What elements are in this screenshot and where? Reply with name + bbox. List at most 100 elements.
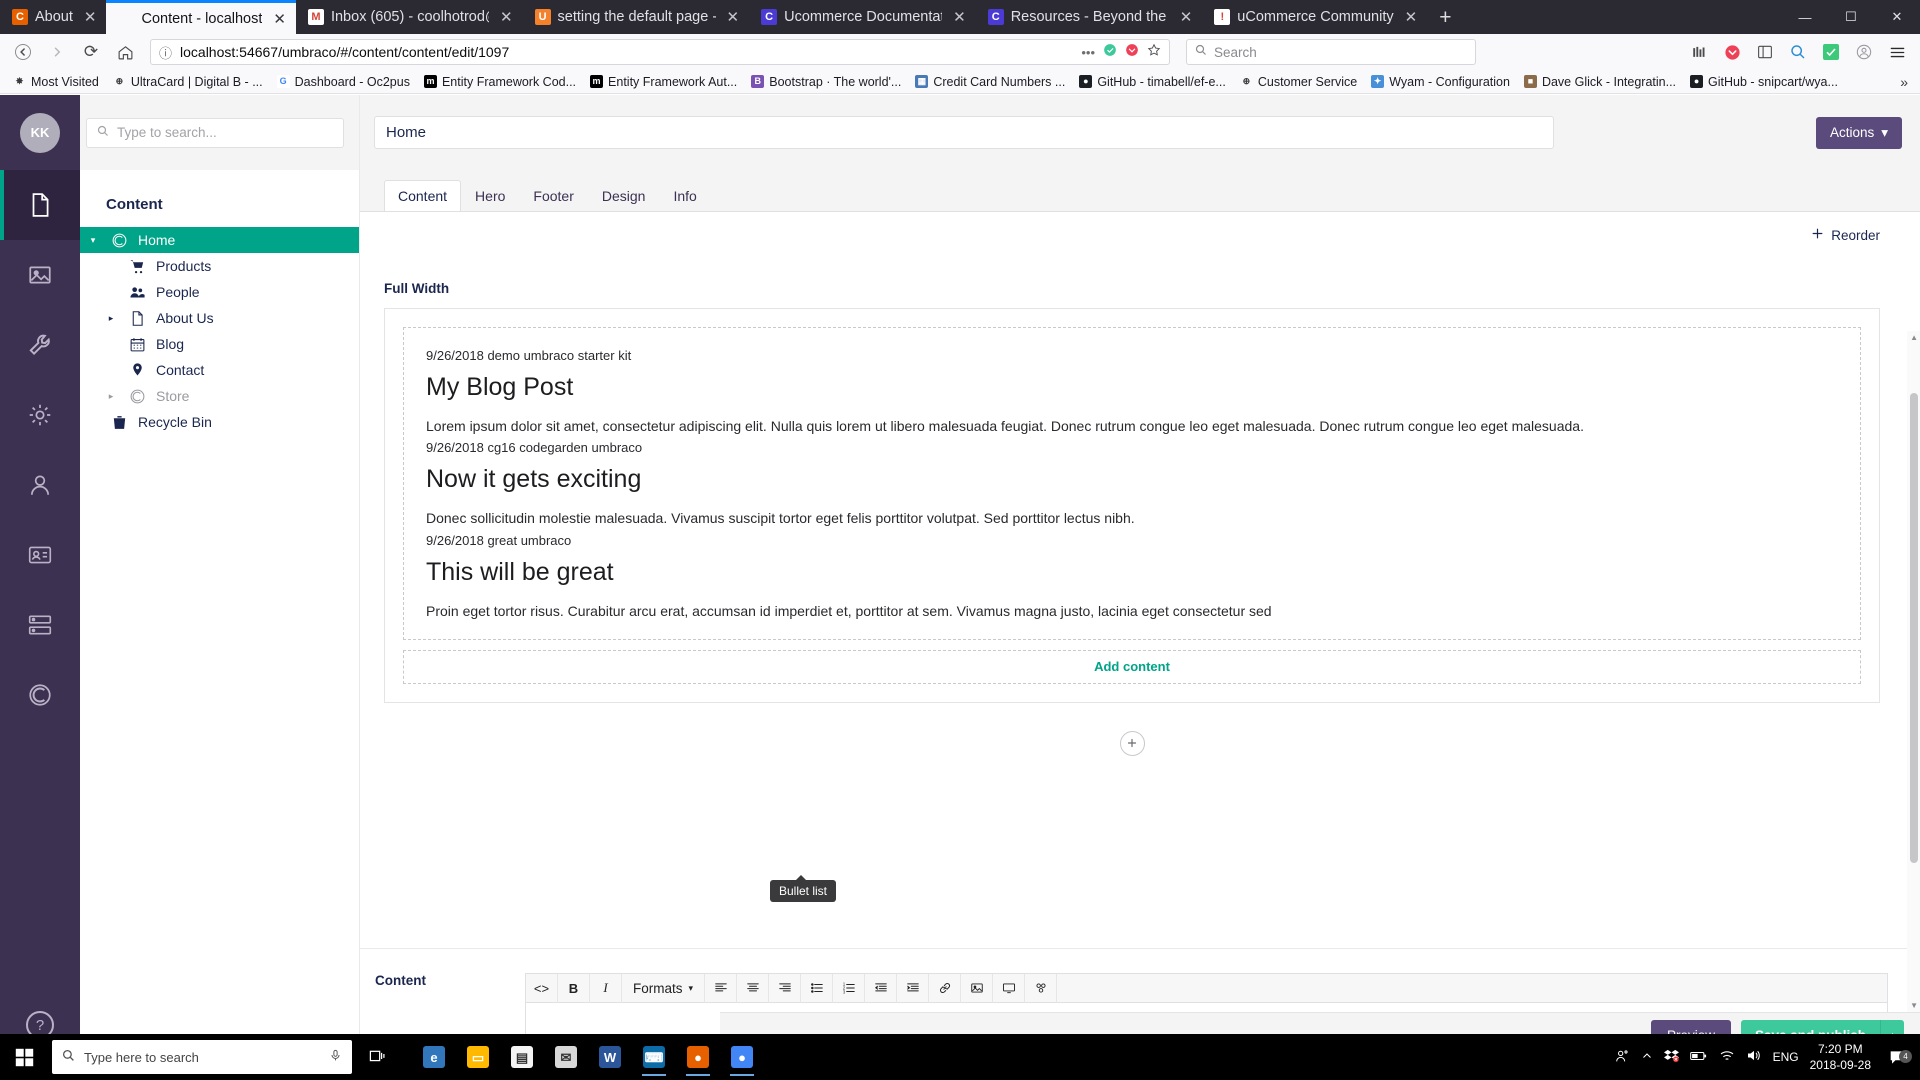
embed-button[interactable] (993, 974, 1025, 1003)
tree-item-recycle-bin[interactable]: Recycle Bin (80, 409, 359, 435)
bookmark-item[interactable]: ⊕Customer Service (1233, 75, 1364, 89)
tab-design[interactable]: Design (588, 180, 660, 211)
macro-button[interactable] (1025, 974, 1057, 1003)
sidebar-item-members[interactable] (0, 520, 80, 590)
chevron-up-icon[interactable] (1641, 1050, 1653, 1065)
tree-item-blog[interactable]: Blog (80, 331, 359, 357)
bookmark-item[interactable]: mEntity Framework Aut... (583, 75, 744, 89)
address-bar[interactable]: ⓘ localhost:54667/umbraco/#/content/cont… (150, 39, 1170, 65)
close-tab-icon[interactable]: ✕ (273, 10, 286, 28)
bookmark-star-icon[interactable] (1147, 43, 1161, 62)
account-icon[interactable] (1849, 37, 1879, 67)
close-tab-icon[interactable]: ✕ (500, 8, 513, 26)
browser-tab[interactable]: CAbout✕ (0, 0, 106, 34)
taskbar-search-input[interactable]: Type here to search (52, 1040, 352, 1074)
bookmark-item[interactable]: ●GitHub - snipcart/wya... (1683, 75, 1845, 89)
sidebar-item-forms[interactable] (0, 590, 80, 660)
clock[interactable]: 7:20 PM 2018-09-28 (1810, 1041, 1871, 1073)
node-name-input[interactable]: Home (374, 116, 1554, 149)
bookmark-item[interactable]: BBootstrap · The world'... (744, 75, 908, 89)
italic-button[interactable]: I (590, 974, 622, 1003)
bold-button[interactable]: B (558, 974, 590, 1003)
image-button[interactable] (961, 974, 993, 1003)
page-actions-icon[interactable]: ••• (1081, 45, 1095, 60)
browser-tab[interactable]: CResources - Beyond the platfor✕ (976, 0, 1203, 34)
sidebar-item-developer[interactable] (0, 380, 80, 450)
align-center-button[interactable] (737, 974, 769, 1003)
grid-rte-cell[interactable]: 9/26/2018 demo umbraco starter kitMy Blo… (403, 327, 1861, 640)
speaker-icon[interactable] (1746, 1048, 1762, 1066)
zoom-extension-icon[interactable] (1783, 37, 1813, 67)
close-tab-icon[interactable]: ✕ (1405, 8, 1418, 26)
microphone-icon[interactable] (329, 1049, 342, 1065)
outdent-button[interactable] (865, 974, 897, 1003)
maximize-button[interactable]: ☐ (1828, 9, 1874, 25)
reorder-button[interactable]: Reorder (1811, 227, 1880, 243)
close-tab-icon[interactable]: ✕ (84, 8, 97, 26)
editor-scrollbar[interactable]: ▲ ▼ (1907, 331, 1920, 1012)
start-button[interactable] (0, 1034, 48, 1080)
bookmark-item[interactable]: ✦Wyam - Configuration (1364, 75, 1517, 89)
taskbar-edge-icon[interactable]: e (414, 1037, 454, 1077)
bookmark-item[interactable]: ▦Credit Card Numbers ... (908, 75, 1072, 89)
wifi-icon[interactable] (1719, 1049, 1735, 1066)
scrollbar-thumb[interactable] (1910, 393, 1918, 863)
forward-button[interactable] (42, 37, 72, 67)
notification-center-button[interactable]: 4 (1882, 1050, 1912, 1065)
browser-tab[interactable]: CUcommerce Documentation -✕ (749, 0, 976, 34)
tree-expand-arrow-icon[interactable]: ▸ (104, 391, 118, 402)
browser-search-bar[interactable]: Search (1186, 39, 1476, 65)
sidebar-item-ucommerce[interactable] (0, 660, 80, 730)
add-content-button[interactable]: Add content (403, 650, 1861, 684)
close-tab-icon[interactable]: ✕ (953, 8, 966, 26)
close-window-button[interactable]: ✕ (1874, 9, 1920, 25)
sidebar-icon[interactable] (1750, 37, 1780, 67)
tab-hero[interactable]: Hero (461, 180, 519, 211)
tree-expand-arrow-icon[interactable]: ▸ (104, 313, 118, 324)
taskbar-file-explorer-icon[interactable]: ▭ (458, 1037, 498, 1077)
minimize-button[interactable]: — (1782, 10, 1828, 25)
taskbar-chrome-icon[interactable]: ● (722, 1037, 762, 1077)
bookmarks-overflow-chevron[interactable]: » (1900, 74, 1914, 90)
close-tab-icon[interactable]: ✕ (727, 8, 740, 26)
pocket-toolbar-icon[interactable] (1717, 37, 1747, 67)
link-button[interactable] (929, 974, 961, 1003)
numbered-list-button[interactable]: 123 (833, 974, 865, 1003)
tree-item-about-us[interactable]: ▸About Us (80, 305, 359, 331)
source-code-button[interactable]: <> (526, 974, 558, 1003)
tree-item-home[interactable]: ▾Home (80, 227, 359, 253)
sidebar-item-settings[interactable] (0, 310, 80, 380)
library-icon[interactable] (1684, 37, 1714, 67)
bookmark-item[interactable]: ■Dave Glick - Integratin... (1517, 75, 1683, 89)
bookmark-item[interactable]: ⊕UltraCard | Digital B - ... (106, 75, 270, 89)
language-indicator[interactable]: ENG (1773, 1050, 1799, 1064)
sidebar-item-content[interactable] (0, 170, 80, 240)
tree-item-store[interactable]: ▸Store (80, 383, 359, 409)
sidebar-item-media[interactable] (0, 240, 80, 310)
taskbar-mail-icon[interactable]: ✉ (546, 1037, 586, 1077)
tab-info[interactable]: Info (659, 180, 710, 211)
bookmark-item[interactable]: mEntity Framework Cod... (417, 75, 583, 89)
menu-icon[interactable] (1882, 37, 1912, 67)
actions-button[interactable]: Actions ▾ (1816, 117, 1902, 149)
taskbar-store-icon[interactable]: ▤ (502, 1037, 542, 1077)
battery-icon[interactable] (1690, 1049, 1708, 1066)
reader-mode-icon[interactable] (1103, 43, 1117, 62)
tab-footer[interactable]: Footer (519, 180, 587, 211)
align-left-button[interactable] (705, 974, 737, 1003)
tree-item-products[interactable]: Products (80, 253, 359, 279)
bookmark-item[interactable]: GDashboard - Oc2pus (270, 75, 417, 89)
back-button[interactable] (8, 37, 38, 67)
tab-content[interactable]: Content (384, 180, 461, 211)
browser-tab[interactable]: !uCommerce Community✕ (1202, 0, 1427, 34)
add-row-button[interactable] (1120, 731, 1145, 756)
tree-item-contact[interactable]: Contact (80, 357, 359, 383)
browser-tab[interactable]: MInbox (605) - coolhotrod@gma✕ (296, 0, 523, 34)
taskbar-firefox-icon[interactable]: ● (678, 1037, 718, 1077)
task-view-button[interactable] (358, 1037, 398, 1077)
bookmark-item[interactable]: ✸Most Visited (6, 75, 106, 89)
browser-tab[interactable]: Content - localhost✕ (106, 0, 295, 34)
reload-button[interactable]: ⟳ (76, 37, 106, 67)
tree-item-people[interactable]: People (80, 279, 359, 305)
bullet-list-button[interactable] (801, 974, 833, 1003)
